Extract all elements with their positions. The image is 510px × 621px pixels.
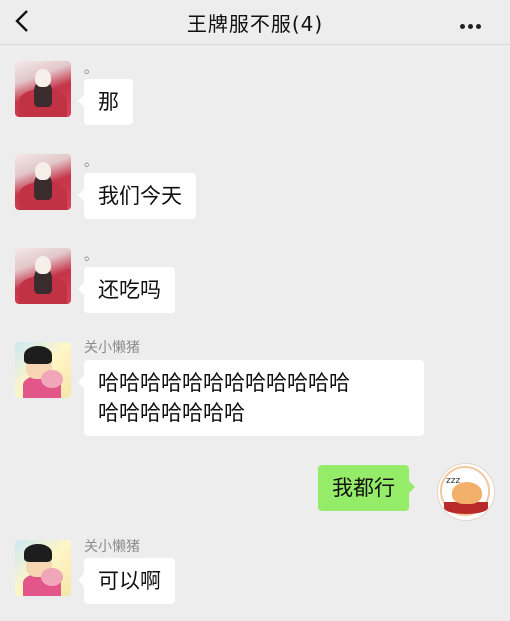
sender-avatar[interactable] [15, 342, 71, 398]
my-message-bubble[interactable]: 我都行 [318, 465, 415, 511]
message-text: 那 [98, 90, 119, 114]
message-text-line: 哈哈哈哈哈哈哈 [98, 401, 245, 425]
sender-name: 。 [84, 154, 98, 170]
message-bubble[interactable]: 我们今天 [78, 173, 196, 219]
message-bubble[interactable]: 可以啊 [78, 558, 175, 604]
message-text: 还吃吗 [98, 278, 161, 302]
sender-name: 关小懒猪 [84, 340, 140, 356]
sender-name: 。 [84, 248, 98, 264]
sender-avatar[interactable] [15, 154, 71, 210]
sender-avatar[interactable] [15, 248, 71, 304]
chat-title: 王牌服不服(4) [186, 12, 324, 36]
sender-avatar[interactable] [15, 61, 71, 117]
message-text-line: 哈哈哈哈哈哈哈哈哈哈哈哈 [98, 371, 350, 395]
sender-name: 关小懒猪 [84, 539, 140, 555]
sender-avatar[interactable] [15, 540, 71, 596]
message-text: 我都行 [332, 476, 395, 500]
message-text: 可以啊 [98, 569, 161, 593]
sender-name: 。 [84, 61, 98, 77]
my-avatar[interactable]: zzz [437, 463, 495, 521]
message-text: 我们今天 [98, 184, 182, 208]
more-dots-icon [460, 24, 465, 29]
chat-header: 王牌服不服(4) [0, 0, 510, 45]
message-bubble[interactable]: 哈哈哈哈哈哈哈哈哈哈哈哈 哈哈哈哈哈哈哈 [78, 360, 424, 436]
more-options-button[interactable] [460, 14, 490, 29]
message-bubble[interactable]: 还吃吗 [78, 267, 175, 313]
message-bubble[interactable]: 那 [78, 79, 133, 125]
